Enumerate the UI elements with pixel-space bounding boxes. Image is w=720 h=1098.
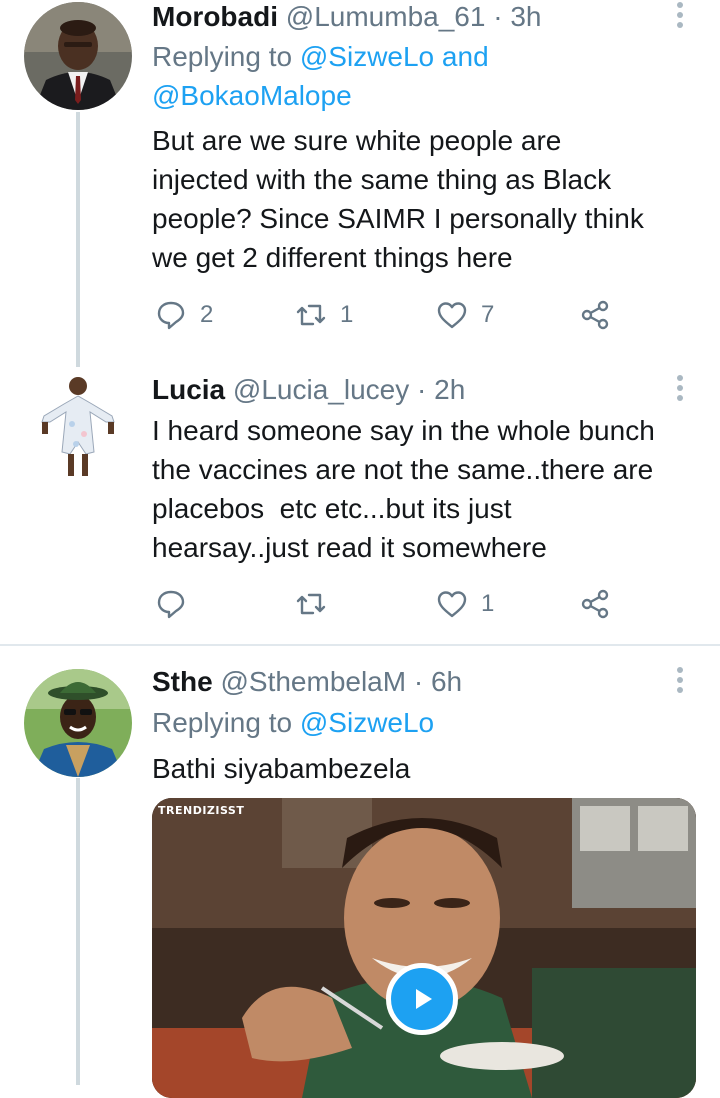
text-line: Bathi siyabambezela	[152, 753, 411, 784]
thread-line	[76, 778, 80, 1085]
video-thumbnail	[152, 798, 696, 1098]
tweet-sthe[interactable]: Sthe @SthembelaM · 6h Replying to @Sizwe…	[0, 0, 720, 1098]
separator: ·	[406, 666, 431, 697]
play-button[interactable]	[386, 963, 458, 1035]
media-video[interactable]: TRENDIZISST	[152, 798, 696, 1098]
display-name[interactable]: Sthe	[152, 666, 213, 697]
timestamp[interactable]: 6h	[431, 666, 462, 697]
replying-prefix: Replying to	[152, 707, 300, 738]
handle[interactable]: @SthembelaM	[220, 666, 406, 697]
play-icon	[416, 989, 432, 1009]
replying-to: Replying to @SizweLo	[152, 704, 434, 742]
mention-link[interactable]: @SizweLo	[300, 707, 434, 738]
media-watermark: TRENDIZISST	[158, 804, 245, 817]
tweet-text: Bathi siyabambezela	[152, 749, 700, 788]
tweet-header: Sthe @SthembelaM · 6h	[152, 665, 462, 699]
more-icon[interactable]	[666, 665, 694, 699]
avatar-sthe[interactable]	[24, 669, 132, 777]
